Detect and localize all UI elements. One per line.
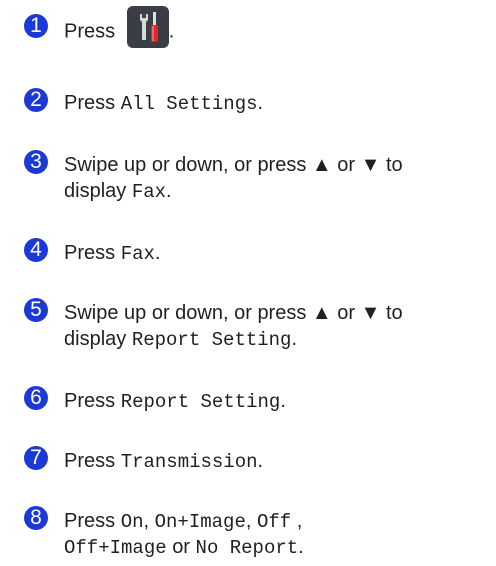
- step-number-badge: 3: [24, 150, 48, 174]
- step-text-line-1: Swipe up or down, or press ▲ or ▼ to: [64, 154, 403, 176]
- menu-option-report-setting: Report Setting: [131, 329, 292, 351]
- step-text: Press .: [64, 6, 175, 48]
- step-number-badge: 6: [24, 386, 48, 410]
- menu-option-all-settings: All Settings: [120, 93, 258, 115]
- step-5: 5 Swipe up or down, or press ▲ or ▼ to d…: [24, 296, 496, 354]
- option-off-image: Off+Image: [64, 537, 167, 559]
- step-text: Press Fax.: [64, 240, 160, 267]
- step-number-badge: 7: [24, 446, 48, 470]
- step-7: 7 Press Transmission.: [24, 444, 496, 476]
- option-on: On: [120, 511, 144, 533]
- option-on-image: On+Image: [154, 511, 246, 533]
- comma: ,: [143, 510, 150, 532]
- menu-option-report-setting: Report Setting: [120, 391, 281, 413]
- step-8: 8 Press On, On+Image, Off , Off+Image or…: [24, 504, 496, 562]
- period: .: [166, 180, 172, 202]
- menu-option-transmission: Transmission: [120, 451, 258, 473]
- menu-option-fax: Fax: [120, 243, 155, 265]
- press-label: Press: [64, 242, 116, 264]
- step-text-line-1: Press On, On+Image, Off ,: [64, 508, 302, 535]
- step-number-badge: 8: [24, 506, 48, 530]
- period: .: [154, 242, 161, 264]
- option-off: Off: [256, 511, 292, 533]
- step-2: 2 Press All Settings.: [24, 86, 496, 118]
- period: .: [280, 390, 286, 412]
- step-3: 3 Swipe up or down, or press ▲ or ▼ to d…: [24, 148, 496, 206]
- display-label: display: [64, 180, 127, 202]
- period: .: [257, 92, 264, 114]
- settings-tools-icon: [126, 6, 169, 48]
- step-number-badge: 5: [24, 298, 48, 322]
- comma: ,: [245, 510, 252, 532]
- press-label: Press: [64, 92, 116, 114]
- step-text-line-2: Off+Image or No Report.: [64, 534, 304, 561]
- step-number-badge: 1: [24, 14, 48, 38]
- menu-option-fax: Fax: [131, 181, 167, 203]
- step-text: Press Report Setting.: [64, 388, 286, 415]
- step-text-line-1: Swipe up or down, or press ▲ or ▼ to: [64, 302, 403, 324]
- period: .: [291, 328, 298, 350]
- step-6: 6 Press Report Setting.: [24, 384, 496, 416]
- press-label: Press: [64, 510, 116, 532]
- display-label: display: [64, 328, 127, 350]
- step-number-badge: 2: [24, 88, 48, 112]
- step-text-line-2: display Report Setting.: [64, 326, 297, 353]
- press-label: Press: [64, 390, 116, 412]
- press-label: Press: [64, 450, 116, 472]
- step-1: 1 Press .: [24, 4, 496, 58]
- step-text-line-2: display Fax.: [64, 178, 172, 205]
- period: .: [298, 536, 304, 558]
- press-label: Press: [64, 20, 116, 43]
- option-no-report: No Report: [195, 537, 299, 559]
- period: .: [168, 20, 175, 43]
- period: .: [257, 450, 264, 472]
- comma: ,: [291, 510, 303, 532]
- step-text: Press All Settings.: [64, 90, 263, 117]
- step-4: 4 Press Fax.: [24, 236, 496, 268]
- step-number-badge: 4: [24, 238, 48, 262]
- step-text: Press Transmission.: [64, 448, 263, 475]
- or-label: or: [172, 536, 190, 558]
